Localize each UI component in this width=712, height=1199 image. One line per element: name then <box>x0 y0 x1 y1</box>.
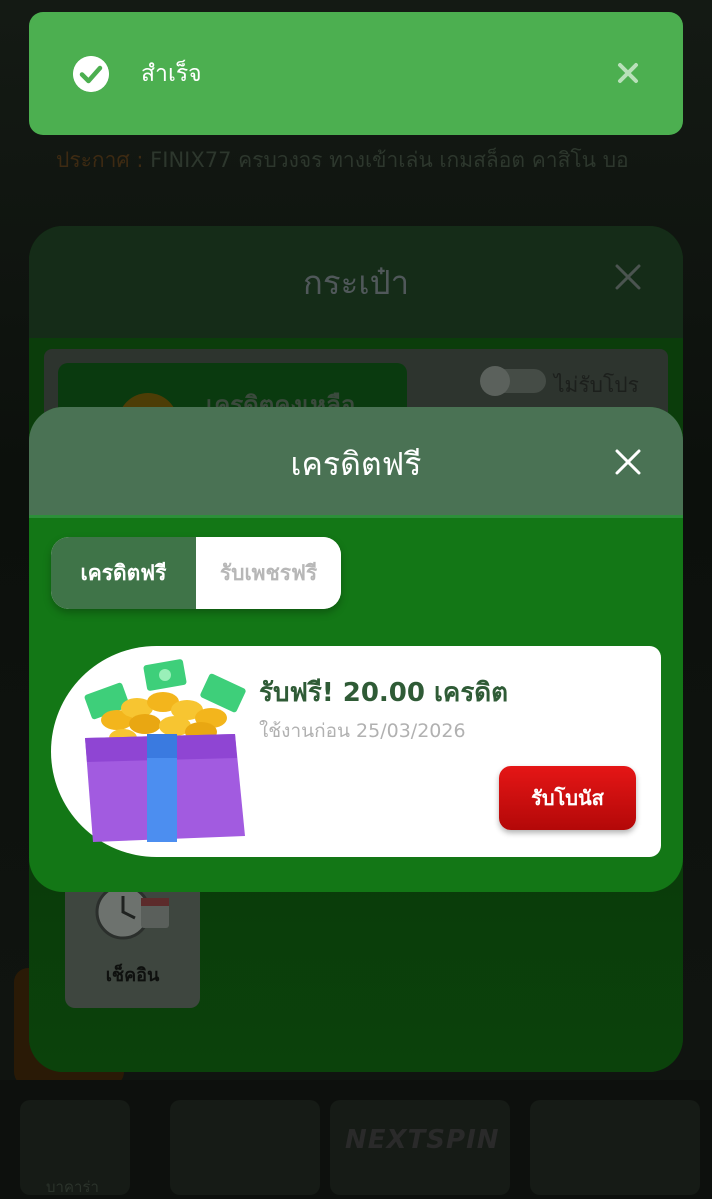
bonus-expiry: ใช้งานก่อน 25/03/2026 <box>259 720 466 742</box>
game-tile[interactable] <box>170 1100 320 1195</box>
tab-free-credit[interactable]: เครดิตฟรี <box>51 537 196 609</box>
modal-title: เครดิตฟรี <box>290 445 422 483</box>
game-tile[interactable] <box>530 1100 700 1195</box>
toggle-knob <box>480 366 510 396</box>
success-toast: สำเร็จ <box>29 12 683 135</box>
wallet-title: กระเป๋า <box>302 263 410 302</box>
claim-bonus-button[interactable]: รับโบนัส <box>499 766 636 830</box>
wallet-header: กระเป๋า <box>29 226 683 338</box>
free-credit-modal: เครดิตฟรี เครดิตฟรี รับเพชรฟรี รับฟรี! 2… <box>29 407 683 892</box>
close-icon[interactable] <box>613 262 643 292</box>
checkin-label: เช็คอิน <box>105 965 160 986</box>
modal-header: เครดิตฟรี <box>29 407 683 518</box>
close-icon[interactable] <box>617 62 639 84</box>
tab-free-diamonds[interactable]: รับเพชรฟรี <box>196 537 341 609</box>
bonus-card: รับฟรี! 20.00 เครดิต ใช้งานก่อน 25/03/20… <box>51 646 661 857</box>
toast-message: สำเร็จ <box>141 61 202 87</box>
bonus-title: รับฟรี! 20.00 เครดิต <box>259 678 509 708</box>
no-promo-toggle[interactable] <box>480 366 546 396</box>
nextspin-logo: NEXTSPIN <box>345 1125 500 1155</box>
no-promo-label: ไม่รับโปร <box>554 373 639 397</box>
tab-bar: เครดิตฟรี รับเพชรฟรี <box>51 537 341 609</box>
announcement-marquee: ประกาศ : FINIX77 ครบวงจร ทางเข้าเล่น เกม… <box>56 140 696 180</box>
close-icon[interactable] <box>615 449 641 475</box>
checkin-button[interactable]: เช็คอิน <box>65 876 200 1008</box>
gift-box-coins-icon <box>84 659 246 842</box>
marquee-prefix: ประกาศ : <box>56 148 144 172</box>
marquee-text: FINIX77 ครบวงจร ทางเข้าเล่น เกมสล็อต คาส… <box>150 148 629 172</box>
check-circle-icon <box>73 56 109 92</box>
game-label-baccarat: บาคาร่า <box>46 1178 99 1196</box>
